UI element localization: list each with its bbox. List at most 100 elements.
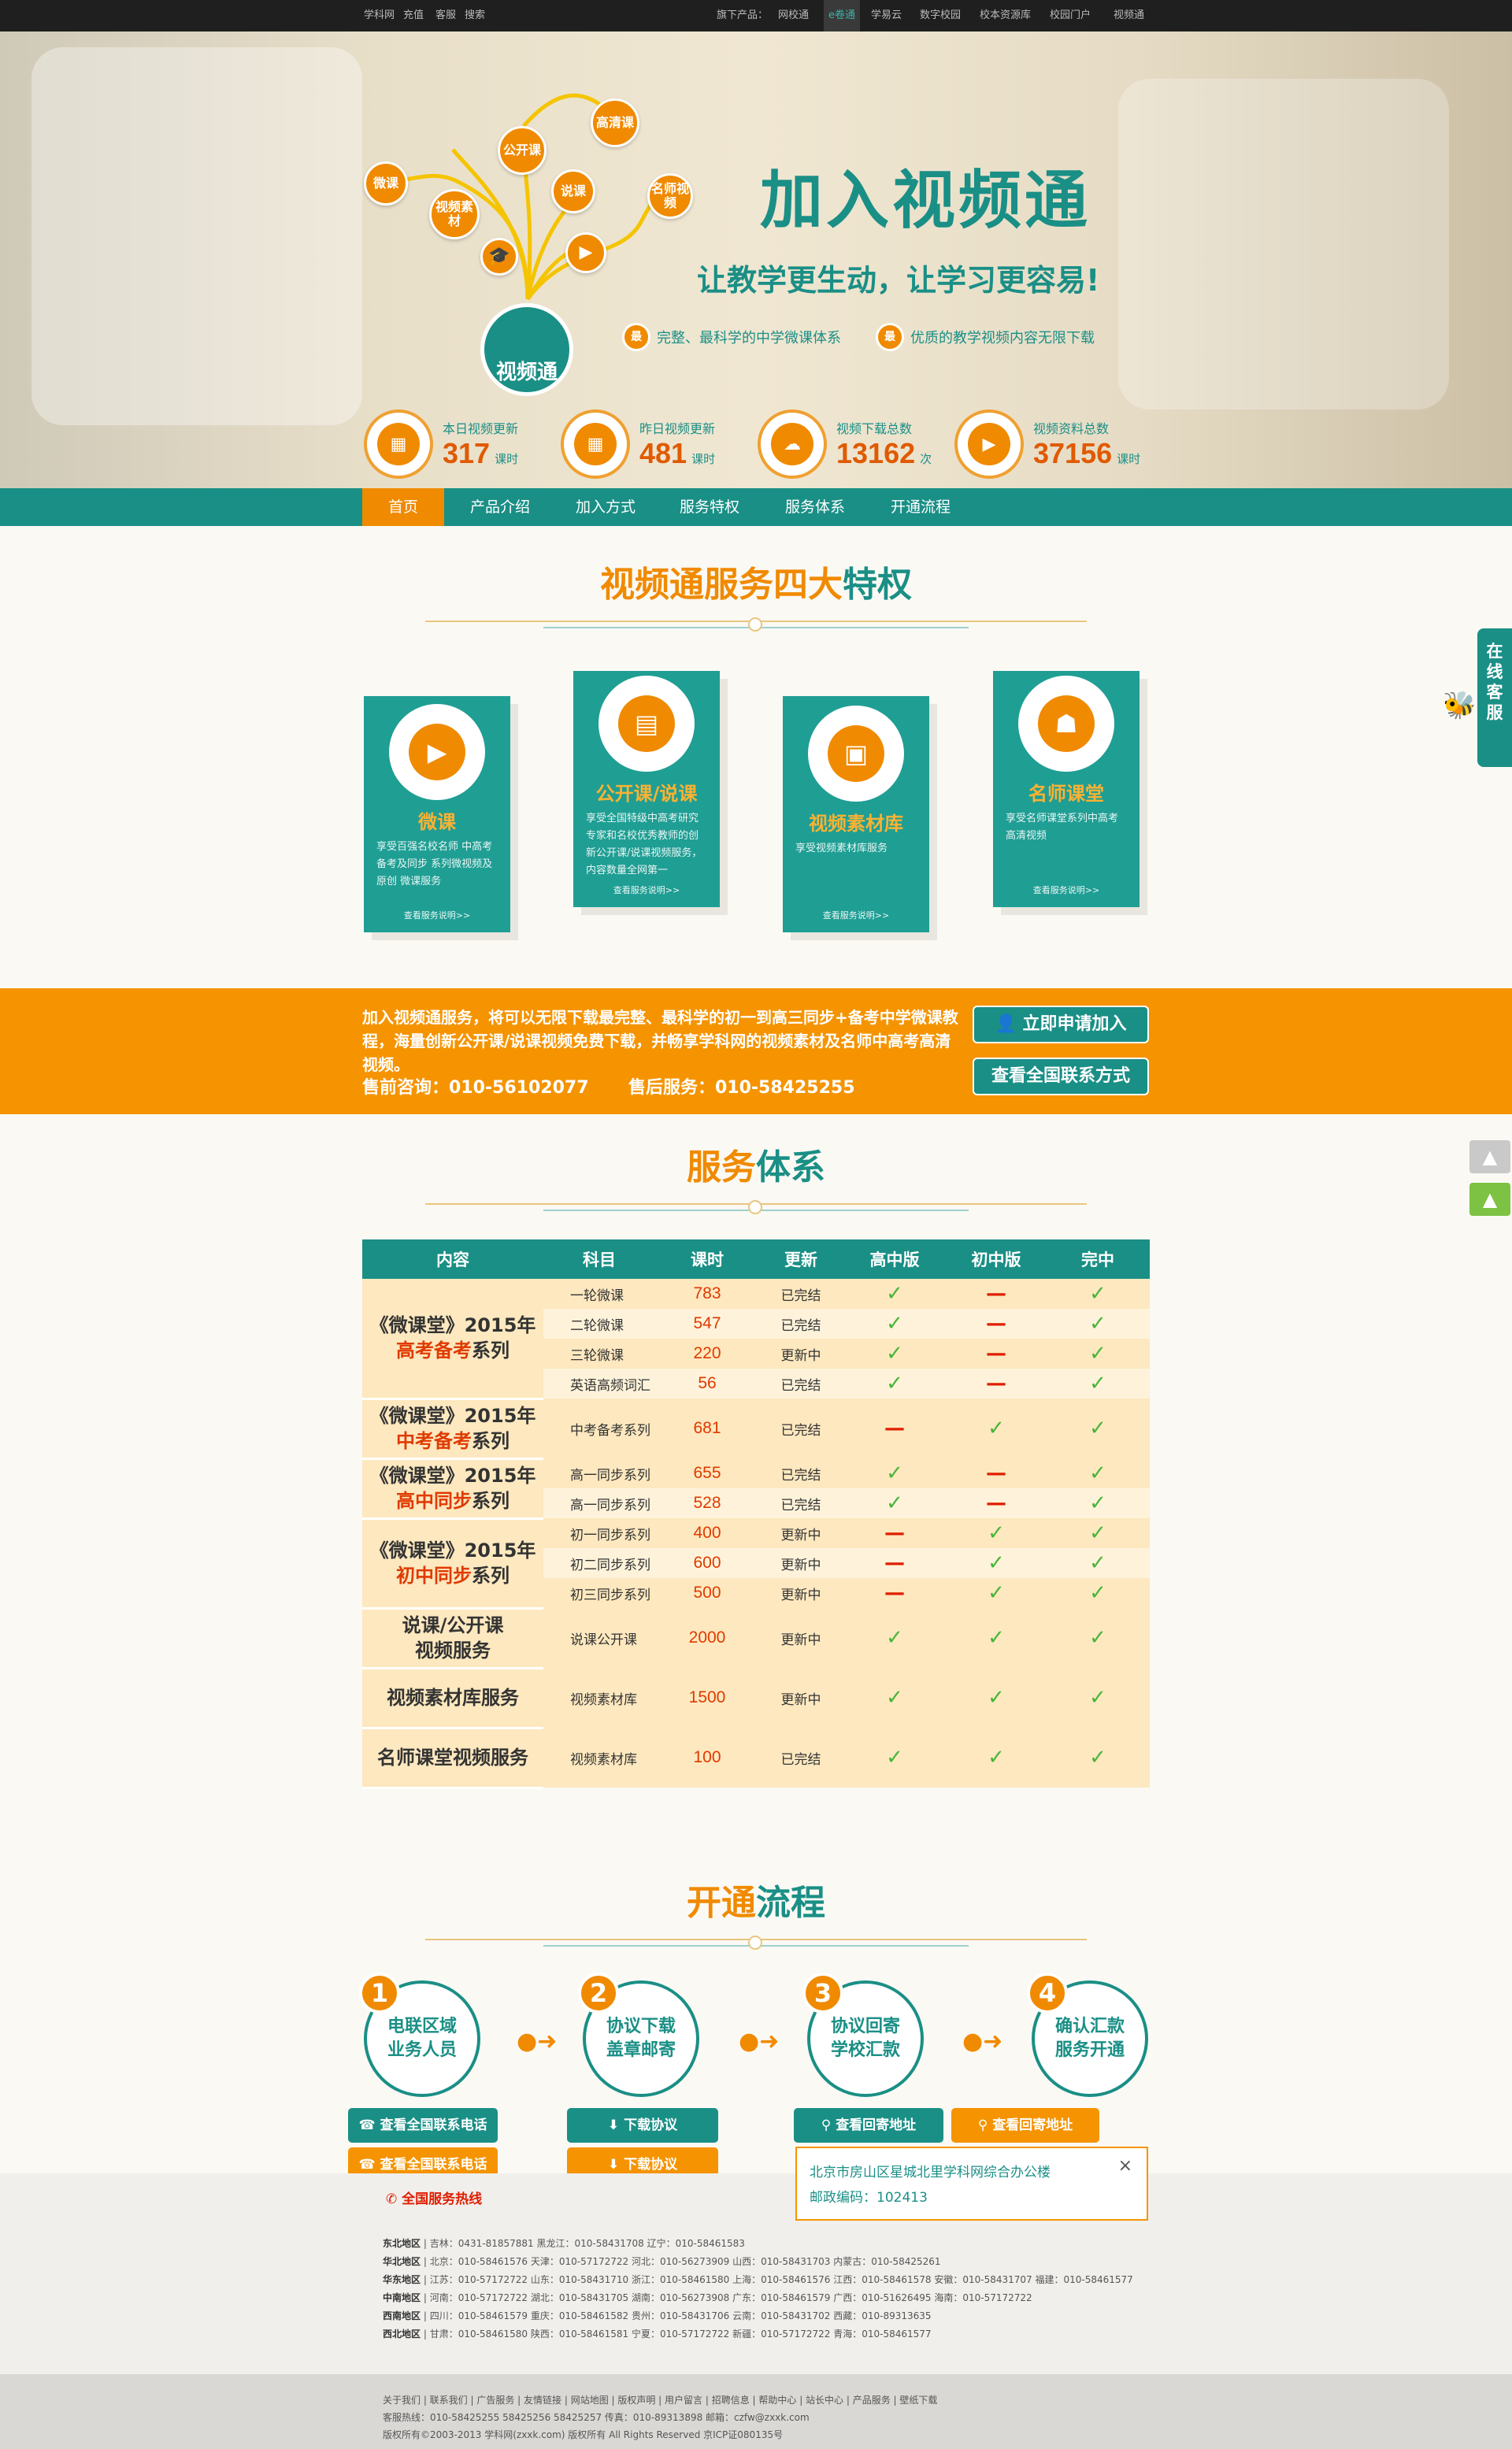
hours-cell: 600 xyxy=(655,1548,759,1578)
card-weike[interactable]: ▶ 微课 享受百强名校名师 中高考备考及同步 系列微视频及原创 微课服务 查看服… xyxy=(364,696,510,932)
card-open-class[interactable]: ▤ 公开课/说课 享受全国特级中高考研究专家和名校优秀教师的创新公开课/说课视频… xyxy=(573,671,720,907)
aftersale-phone: 售后服务：010-58425255 xyxy=(628,1078,855,1098)
edition-cell: — xyxy=(947,1458,1046,1488)
top-bar: 学科网 充值 客服 搜索 旗下产品： 网校通 e卷通 学易云 数字校园 校本资源… xyxy=(0,0,1512,31)
bubble-famous-teacher: 名师视频 xyxy=(647,173,693,219)
table-group-title: 说课/公开课 视频服务 xyxy=(362,1608,543,1669)
subject-cell: 三轮微课 xyxy=(543,1339,655,1369)
edition-cell: ✓ xyxy=(843,1339,947,1369)
badge-icon: 最 xyxy=(622,323,650,351)
status-cell: 已完结 xyxy=(759,1399,843,1458)
check-icon: ✓ xyxy=(886,1312,903,1336)
edition-cell: ✓ xyxy=(947,1728,1046,1788)
close-icon[interactable]: × xyxy=(1118,2156,1132,2176)
hours-cell: 400 xyxy=(655,1518,759,1548)
hours-cell: 220 xyxy=(655,1339,759,1369)
status-cell: 已完结 xyxy=(759,1309,843,1339)
footer-links[interactable]: 关于我们 | 联系我们 | 广告服务 | 友情链接 | 网站地图 | 版权声明 … xyxy=(383,2393,937,2406)
edition-cell: — xyxy=(947,1309,1046,1339)
online-service-tab[interactable]: 在线客服 xyxy=(1477,628,1512,767)
topbar-product-xbzyk[interactable]: 校本资源库 xyxy=(980,0,1031,31)
edition-cell: ✓ xyxy=(1046,1608,1150,1668)
nav-join[interactable]: 加入方式 xyxy=(562,488,649,526)
edition-cell: ✓ xyxy=(1046,1548,1150,1578)
subject-cell: 说课公开课 xyxy=(543,1608,655,1668)
edition-cell: ✓ xyxy=(843,1728,947,1788)
apply-join-button[interactable]: 👤 立即申请加入 xyxy=(973,1006,1149,1043)
calendar-icon: ▦ xyxy=(364,409,433,479)
hotline-label: ✆ 全国服务热线 xyxy=(386,2192,483,2207)
edition-cell: ✓ xyxy=(843,1369,947,1399)
status-cell: 已完结 xyxy=(759,1728,843,1788)
topbar-product-ejt[interactable]: e卷通 xyxy=(824,0,860,31)
return-address-button-alt[interactable]: ⚲ 查看回寄地址 xyxy=(951,2108,1099,2143)
hero-feature-1: 最完整、最科学的中学微课体系 xyxy=(622,323,841,351)
dash-icon: — xyxy=(986,1372,1006,1395)
card-video-material[interactable]: ▣ 视频素材库 享受视频素材库服务 查看服务说明>> xyxy=(783,696,929,932)
card-famous-teacher[interactable]: ☗ 名师课堂 享受名师课堂系列中高考高清视频 查看服务说明>> xyxy=(993,671,1140,907)
nav-privilege[interactable]: 服务特权 xyxy=(666,488,753,526)
check-icon: ✓ xyxy=(988,1686,1005,1710)
check-icon: ✓ xyxy=(1089,1521,1106,1545)
check-icon: ✓ xyxy=(1089,1551,1106,1575)
step-4: 4 确认汇款 服务开通 xyxy=(1027,1973,1148,2097)
topbar-link-service[interactable]: 客服 xyxy=(435,0,456,31)
card-more-link[interactable]: 查看服务说明>> xyxy=(993,884,1140,896)
main-nav: 首页 产品介绍 加入方式 服务特权 服务体系 开通流程 xyxy=(0,488,1512,526)
divider xyxy=(425,1936,1087,1951)
check-icon: ✓ xyxy=(886,1686,903,1710)
topbar-product-wxt[interactable]: 网校通 xyxy=(778,0,809,31)
check-icon: ✓ xyxy=(886,1372,903,1395)
contact-row: 华东地区 | 江苏：010-57172722 山东：010-58431710 浙… xyxy=(383,2274,1133,2285)
subject-cell: 二轮微课 xyxy=(543,1309,655,1339)
dash-icon: — xyxy=(986,1491,1006,1515)
topbar-product-xyy[interactable]: 学易云 xyxy=(871,0,902,31)
join-band: 加入视频通服务，将可以无限下载最完整、最科学的初一到高三同步+备考中学微课教程，… xyxy=(0,988,1512,1114)
dash-icon: — xyxy=(986,1342,1006,1365)
return-address-button[interactable]: ⚲ 查看回寄地址 xyxy=(794,2108,943,2143)
check-icon: ✓ xyxy=(1089,1462,1106,1485)
edition-cell: ✓ xyxy=(843,1488,947,1518)
contact-row: 中南地区 | 河南：010-57172722 湖北：010-58431705 湖… xyxy=(383,2292,1032,2303)
scroll-top-icon[interactable]: ▲ xyxy=(1469,1140,1510,1173)
subject-cell: 初二同步系列 xyxy=(543,1548,655,1578)
video-window-icon: ▣ xyxy=(808,706,904,802)
topbar-link-search[interactable]: 搜索 xyxy=(465,0,485,31)
mascot-icon: 🐝 xyxy=(1443,690,1477,721)
contact-row: 西北地区 | 甘肃：010-58461580 陕西：010-58461581 宁… xyxy=(383,2329,932,2340)
cloud-download-icon: ☁ xyxy=(758,409,827,479)
nav-product[interactable]: 产品介绍 xyxy=(457,488,543,526)
subject-cell: 高一同步系列 xyxy=(543,1458,655,1488)
download-agreement-button[interactable]: ⬇ 下载协议 xyxy=(567,2108,718,2143)
mortarboard-icon: 🎓 xyxy=(480,238,518,276)
step-1: 1 电联区域 业务人员 xyxy=(359,1973,480,2097)
card-more-link[interactable]: 查看服务说明>> xyxy=(573,884,720,896)
nav-process[interactable]: 开通流程 xyxy=(877,488,964,526)
edition-cell: — xyxy=(947,1279,1046,1309)
hours-cell: 681 xyxy=(655,1399,759,1458)
bubble-hd-class: 高清课 xyxy=(591,98,639,147)
view-contacts-button[interactable]: 查看全国联系方式 xyxy=(973,1058,1149,1095)
edition-cell: ✓ xyxy=(947,1399,1046,1458)
table-group-title: 《微课堂》2015年 中考备考系列 xyxy=(362,1399,543,1460)
topbar-link-recharge[interactable]: 充值 xyxy=(403,0,424,31)
topbar-product-xymh[interactable]: 校园门户 xyxy=(1050,0,1091,31)
card-more-link[interactable]: 查看服务说明>> xyxy=(783,909,929,921)
dash-icon: — xyxy=(884,1417,905,1440)
nav-system[interactable]: 服务体系 xyxy=(772,488,858,526)
topbar-link-xkw[interactable]: 学科网 xyxy=(364,0,395,31)
edition-cell: ✓ xyxy=(1046,1668,1150,1728)
scroll-up-icon[interactable]: ▲ xyxy=(1469,1183,1510,1216)
edition-cell: ✓ xyxy=(843,1309,947,1339)
add-user-icon: 👤 xyxy=(995,1014,1023,1034)
divider xyxy=(425,617,1087,633)
topbar-product-spt[interactable]: 视频通 xyxy=(1114,0,1144,31)
edition-cell: ✓ xyxy=(947,1578,1046,1608)
contact-phone-button[interactable]: ☎ 查看全国联系电话 xyxy=(348,2108,498,2143)
topbar-product-szxy[interactable]: 数字校园 xyxy=(920,0,961,31)
card-more-link[interactable]: 查看服务说明>> xyxy=(364,909,510,921)
privileges-title: 视频通服务四大特权 xyxy=(600,565,912,605)
check-icon: ✓ xyxy=(886,1746,903,1769)
subject-cell: 初三同步系列 xyxy=(543,1578,655,1608)
nav-home[interactable]: 首页 xyxy=(362,488,444,526)
